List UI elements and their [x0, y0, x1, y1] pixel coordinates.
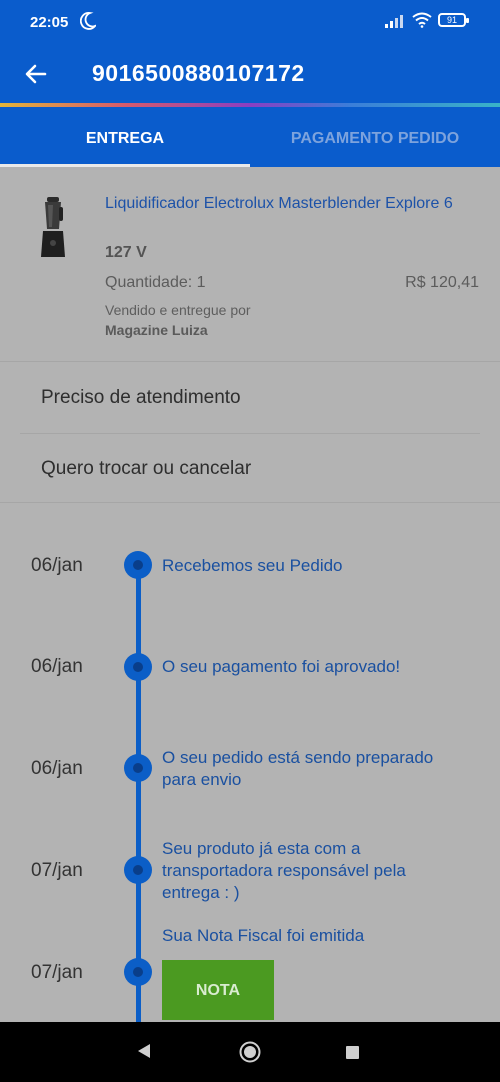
timeline-dot: [124, 856, 152, 884]
timeline-date: 06/jan: [31, 758, 83, 779]
product-name[interactable]: Liquidificador Electrolux Masterblender …: [105, 193, 465, 215]
seller-name: Magazine Luiza: [105, 322, 208, 338]
tab-pagamento-pedido[interactable]: PAGAMENTO PEDIDO: [250, 107, 500, 167]
timeline-line: [136, 564, 141, 1024]
app-bar: 9016500880107172: [0, 46, 500, 104]
order-number-title: 9016500880107172: [92, 60, 305, 86]
tab-entrega[interactable]: ENTREGA: [0, 107, 250, 167]
timeline-event-text: Sua Nota Fiscal foi emitida: [162, 926, 365, 945]
nota-button[interactable]: NOTA: [162, 960, 274, 1020]
system-nav-bar: [0, 1022, 500, 1082]
section-divider: [0, 502, 500, 503]
timeline-event-text: O seu pagamento foi aprovado!: [162, 657, 401, 676]
sold-by-label: Vendido e entregue por: [105, 302, 251, 318]
blender-product-image: [38, 197, 68, 259]
timeline-date: 06/jan: [31, 656, 83, 677]
product-quantity: Quantidade: 1: [105, 274, 206, 291]
timeline-event-text: Recebemos seu Pedido: [162, 556, 343, 575]
timeline-date: 07/jan: [31, 962, 83, 983]
support-label: Preciso de atendimento: [41, 387, 241, 408]
timeline-dot: [124, 653, 152, 681]
timeline-dot: [124, 754, 152, 782]
timeline-dot: [124, 551, 152, 579]
arrow-left-icon[interactable]: [22, 60, 50, 88]
battery-level: 91: [446, 15, 457, 25]
moon-icon: [79, 12, 98, 35]
timeline-dot: [124, 958, 152, 986]
nav-recents-icon[interactable]: [346, 1046, 359, 1059]
battery-icon: 91: [438, 13, 469, 27]
timeline-date: 06/jan: [31, 555, 83, 576]
product-card[interactable]: Liquidificador Electrolux Masterblender …: [0, 167, 500, 362]
nav-back-icon[interactable]: [137, 1043, 151, 1064]
exchange-cancel-label: Quero trocar ou cancelar: [41, 458, 252, 479]
nav-home-icon[interactable]: [239, 1041, 261, 1068]
wifi-icon: [412, 12, 432, 33]
status-bar: 22:05 91: [0, 0, 500, 46]
status-time: 22:05: [30, 14, 69, 31]
timeline-event-text: O seu pedido está sendo preparado para e…: [162, 748, 434, 789]
timeline-date: 07/jan: [31, 860, 83, 881]
support-menu-item[interactable]: Preciso de atendimento: [0, 363, 500, 433]
exchange-cancel-menu-item[interactable]: Quero trocar ou cancelar: [0, 434, 500, 504]
tab-bar: ENTREGA PAGAMENTO PEDIDO: [0, 107, 500, 167]
product-price: R$ 120,41: [405, 274, 479, 291]
signal-icon: [384, 14, 404, 33]
timeline-event-text: Seu produto já esta com a transportadora…: [162, 839, 406, 902]
product-variant: 127 V: [105, 244, 147, 261]
